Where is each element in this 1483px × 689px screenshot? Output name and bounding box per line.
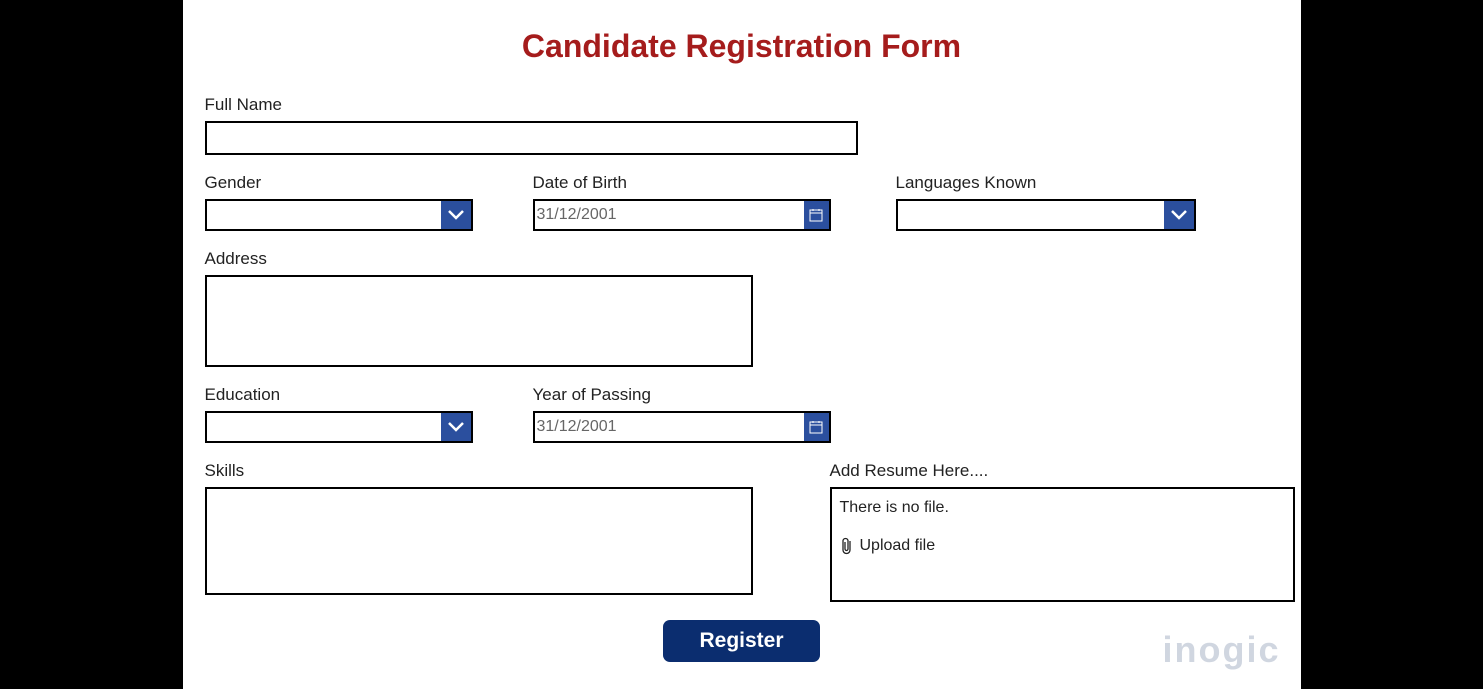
- languages-select[interactable]: [896, 199, 1196, 231]
- gender-field: Gender: [205, 173, 473, 231]
- yop-input-wrap[interactable]: 31/12/2001: [533, 411, 831, 443]
- gender-select-value: [207, 201, 441, 229]
- education-field: Education: [205, 385, 473, 443]
- yop-field: Year of Passing 31/12/2001: [533, 385, 831, 443]
- calendar-icon: [809, 208, 823, 222]
- yop-input[interactable]: 31/12/2001: [535, 413, 804, 441]
- dob-input[interactable]: 31/12/2001: [535, 201, 804, 229]
- chevron-down-icon: [1171, 210, 1187, 220]
- paperclip-icon: [840, 537, 854, 555]
- fullname-input[interactable]: [205, 121, 858, 155]
- languages-label: Languages Known: [896, 173, 1196, 193]
- languages-dropdown-button[interactable]: [1164, 201, 1194, 229]
- dob-calendar-button[interactable]: [804, 201, 829, 229]
- fullname-label: Full Name: [205, 95, 858, 115]
- languages-field: Languages Known: [896, 173, 1196, 231]
- education-dropdown-button[interactable]: [441, 413, 471, 441]
- form-page: Candidate Registration Form Full Name Ge…: [183, 0, 1301, 689]
- upload-file-label: Upload file: [860, 537, 936, 555]
- skills-input[interactable]: [205, 487, 753, 595]
- page-title: Candidate Registration Form: [205, 28, 1279, 65]
- gender-label: Gender: [205, 173, 473, 193]
- education-label: Education: [205, 385, 473, 405]
- resume-field: Add Resume Here.... There is no file. Up…: [830, 461, 1295, 602]
- address-label: Address: [205, 249, 753, 269]
- dob-input-wrap[interactable]: 31/12/2001: [533, 199, 831, 231]
- fullname-field: Full Name: [205, 95, 858, 155]
- register-button[interactable]: Register: [663, 620, 819, 662]
- education-select[interactable]: [205, 411, 473, 443]
- chevron-down-icon: [448, 210, 464, 220]
- resume-label: Add Resume Here....: [830, 461, 1295, 481]
- gender-select[interactable]: [205, 199, 473, 231]
- gender-dropdown-button[interactable]: [441, 201, 471, 229]
- skills-field: Skills: [205, 461, 753, 602]
- languages-select-value: [898, 201, 1164, 229]
- upload-file-button[interactable]: Upload file: [840, 537, 1285, 555]
- chevron-down-icon: [448, 422, 464, 432]
- address-input[interactable]: [205, 275, 753, 367]
- dob-label: Date of Birth: [533, 173, 831, 193]
- watermark-logo: inogic: [1163, 629, 1281, 671]
- resume-upload-box: There is no file. Upload file: [830, 487, 1295, 602]
- calendar-icon: [809, 420, 823, 434]
- resume-status-text: There is no file.: [840, 499, 1285, 517]
- address-field: Address: [205, 249, 753, 367]
- dob-field: Date of Birth 31/12/2001: [533, 173, 831, 231]
- yop-label: Year of Passing: [533, 385, 831, 405]
- skills-label: Skills: [205, 461, 753, 481]
- education-select-value: [207, 413, 441, 441]
- yop-calendar-button[interactable]: [804, 413, 829, 441]
